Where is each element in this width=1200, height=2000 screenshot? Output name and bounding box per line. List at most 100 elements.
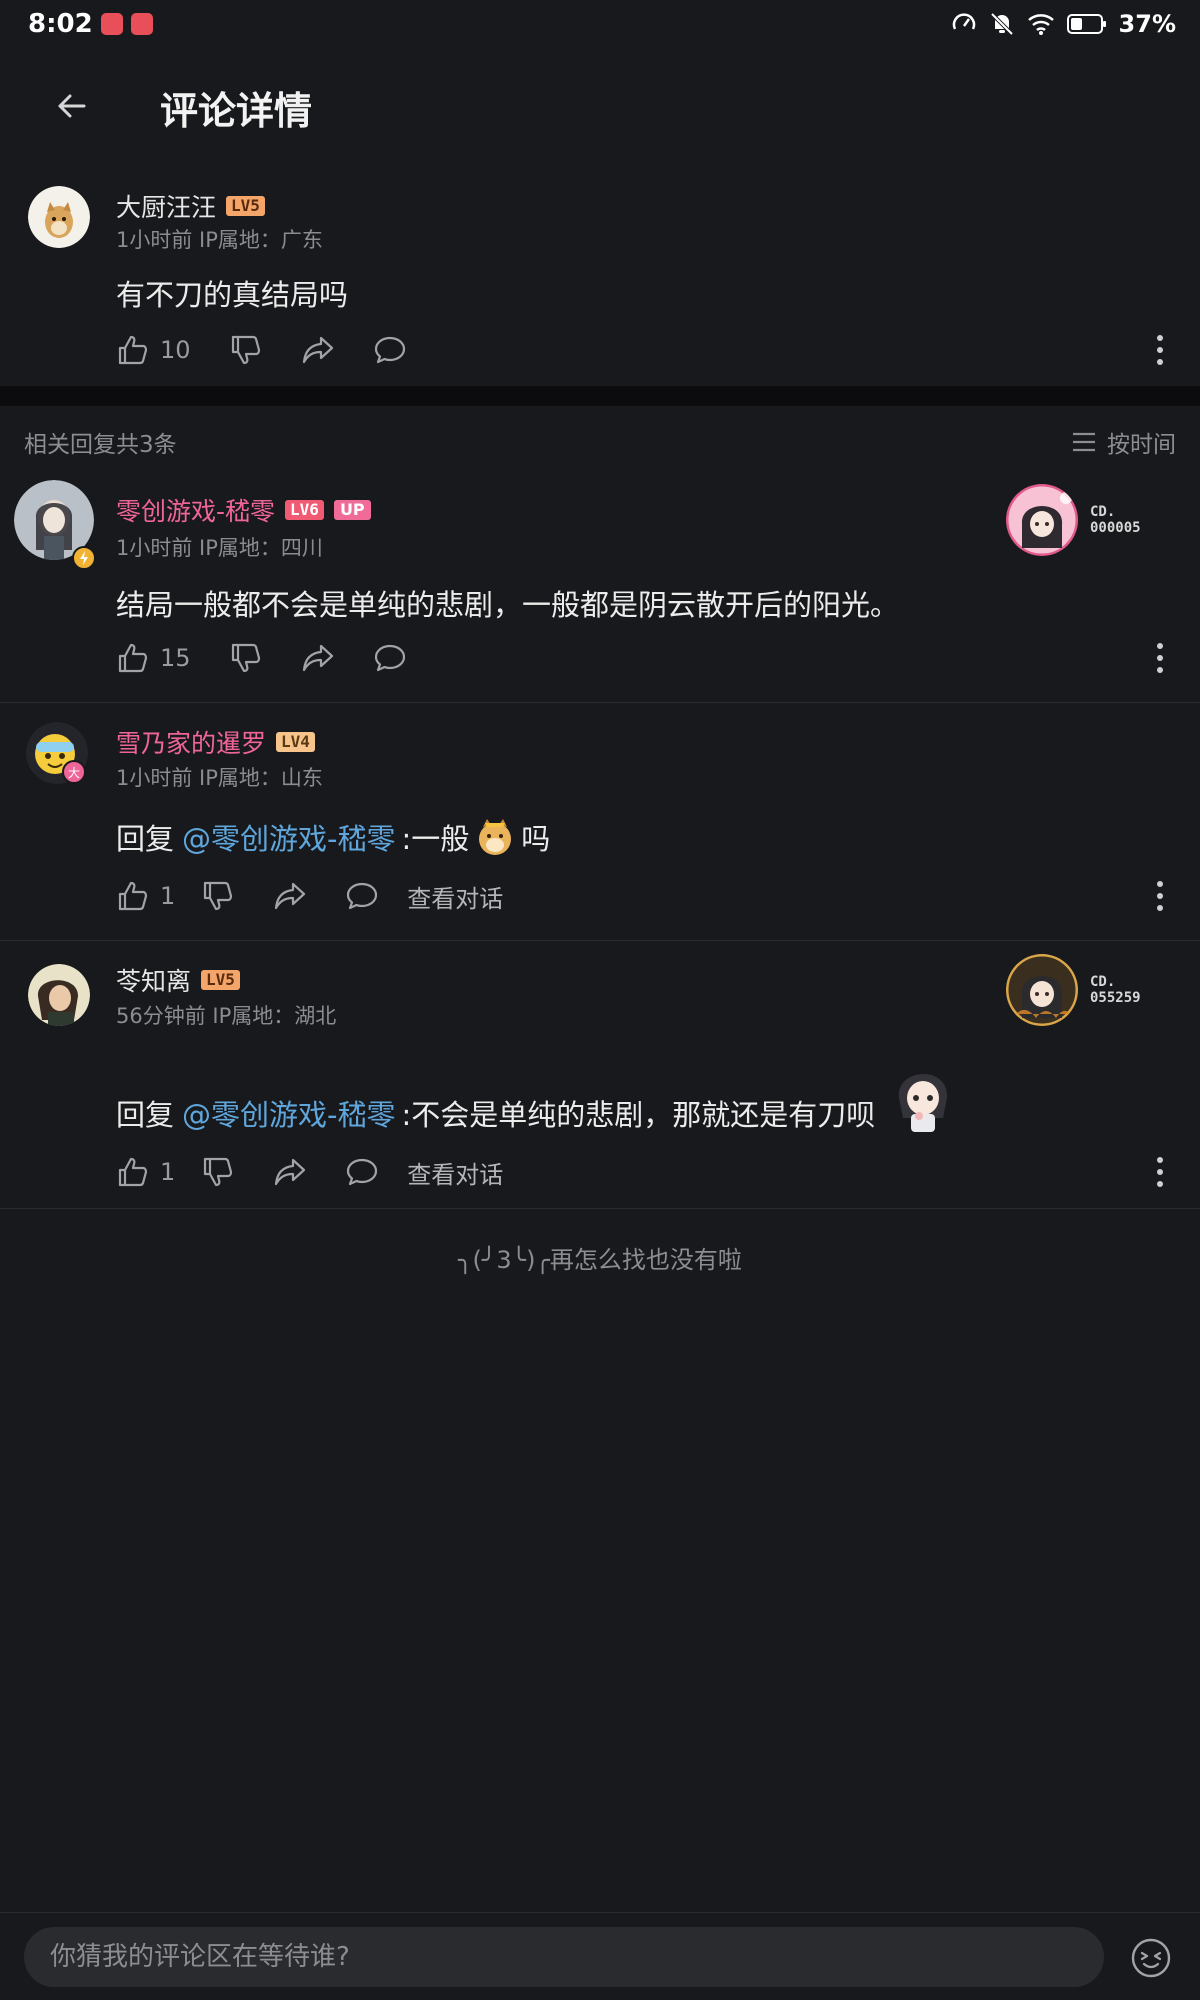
avatar[interactable]	[28, 186, 90, 248]
comment-text: 结局一般都不会是单纯的悲剧，一般都是阴云散开后的阳光。	[116, 588, 900, 622]
fan-badge-avatar	[1006, 954, 1078, 1026]
up-badge: UP	[333, 500, 371, 520]
like-count: 1	[160, 1158, 176, 1186]
chibi-sticker-icon	[899, 1073, 948, 1132]
thumbs-up-icon	[118, 881, 148, 911]
reply-text: 回复 @零创游戏-嵇零 :一般 吗	[116, 816, 550, 858]
comment-bubble-icon	[347, 882, 378, 910]
mention-link[interactable]: @零创游戏-嵇零	[182, 1092, 395, 1134]
dislike-button[interactable]	[229, 641, 263, 675]
like-button[interactable]: 1	[116, 1155, 175, 1189]
reply-button[interactable]	[345, 879, 379, 913]
comment-text: 有不刀的真结局吗	[116, 278, 349, 312]
avatar[interactable]	[28, 964, 90, 1026]
username-text: 大厨汪汪	[116, 193, 217, 222]
thumbs-down-icon	[204, 1157, 233, 1187]
reply-button[interactable]	[373, 333, 407, 367]
comment-actions: 15	[116, 638, 445, 678]
share-button[interactable]	[273, 879, 307, 913]
page-title: 评论详情	[160, 89, 313, 133]
username[interactable]: 苓知离 LV5	[116, 962, 240, 998]
status-time: 8:02	[28, 9, 93, 39]
divider	[0, 702, 1200, 703]
sort-label: 按时间	[1107, 432, 1176, 458]
replies-header: 相关回复共3条 按时间	[0, 420, 1200, 464]
fan-badge-card[interactable]: CD. 000005	[1006, 484, 1141, 556]
emoji-button[interactable]	[1130, 1937, 1172, 1979]
dislike-button[interactable]	[201, 879, 235, 913]
username-text: 苓知离	[116, 967, 192, 996]
reply-button[interactable]	[373, 641, 407, 675]
notification-app-icon	[130, 13, 153, 35]
view-conversation-link[interactable]: 查看对话	[407, 1155, 503, 1190]
svg-text:大: 大	[68, 766, 80, 780]
more-options-button[interactable]	[1148, 638, 1172, 678]
back-button[interactable]	[44, 78, 100, 134]
fan-badge-prefix: CD.	[1090, 974, 1116, 990]
reply-item: 苓知离 LV5 56分钟前 IP属地：湖北 回复 @零创游戏-嵇零 :不会是单纯…	[0, 954, 1200, 1208]
share-icon	[302, 336, 333, 364]
username[interactable]: 雪乃家的暹罗 LV4	[116, 724, 315, 760]
reply-item: 大 雪乃家的暹罗 LV4 1小时前 IP属地：山东 回复 @零创游戏-嵇零 :一…	[0, 716, 1200, 940]
dislike-button[interactable]	[229, 333, 263, 367]
notification-app-icon	[100, 13, 123, 35]
more-options-button[interactable]	[1148, 330, 1172, 370]
comment-input[interactable]	[24, 1927, 1104, 1987]
reply-button[interactable]	[345, 1155, 379, 1189]
fan-badge-code: CD. 000005	[1090, 504, 1141, 536]
reply-item: 零创游戏-嵇零 LV6 UP 1小时前 IP属地：四川 结局一般都不会是单纯的悲…	[0, 478, 1200, 700]
comment-actions: 10	[116, 330, 445, 370]
username-text: 雪乃家的暹罗	[116, 729, 267, 758]
share-icon	[275, 1158, 306, 1186]
fan-badge-avatar	[1006, 484, 1078, 556]
like-count: 10	[160, 336, 191, 364]
comment-meta: 1小时前 IP属地：山东	[116, 766, 323, 790]
like-button[interactable]: 1	[116, 879, 175, 913]
bottom-comment-bar	[0, 1912, 1200, 2000]
share-button[interactable]	[273, 1155, 307, 1189]
fan-badge-card[interactable]: CD. 055259	[1006, 954, 1141, 1026]
share-icon	[275, 882, 306, 910]
comment-bubble-icon	[374, 644, 405, 672]
comment-actions: 1 查看对话	[116, 876, 503, 916]
share-button[interactable]	[301, 333, 335, 367]
status-left: 8:02	[28, 9, 153, 39]
like-button[interactable]: 10	[116, 333, 191, 367]
thumbs-up-icon	[118, 335, 148, 365]
status-bar: 8:02 37%	[0, 0, 1200, 48]
speed-icon	[951, 11, 977, 37]
thumbs-down-icon	[204, 881, 233, 911]
more-options-button[interactable]	[1148, 1152, 1172, 1192]
sort-by-time-button[interactable]: 按时间	[1071, 425, 1176, 459]
wifi-icon	[1027, 12, 1055, 36]
replies-count: 相关回复共3条	[24, 432, 177, 458]
like-button[interactable]: 15	[116, 641, 191, 675]
reply-text-part: 吗	[521, 822, 551, 856]
comment-bubble-icon	[374, 336, 405, 364]
level-badge: LV5	[226, 196, 265, 216]
share-button[interactable]	[301, 641, 335, 675]
view-conversation-link[interactable]: 查看对话	[407, 879, 503, 914]
reply-text-part: :一般	[401, 822, 470, 856]
divider	[0, 1208, 1200, 1209]
username[interactable]: 大厨汪汪 LV5	[116, 188, 265, 224]
arrow-left-icon	[58, 94, 86, 118]
fan-badge-number: 055259	[1090, 990, 1141, 1006]
fan-badge-code: CD. 055259	[1090, 974, 1141, 1006]
level-badge: LV4	[276, 732, 315, 752]
battery-icon	[1066, 13, 1107, 35]
more-options-button[interactable]	[1148, 876, 1172, 916]
dislike-button[interactable]	[201, 1155, 235, 1189]
username[interactable]: 零创游戏-嵇零 LV6 UP	[116, 492, 371, 528]
username-text: 零创游戏-嵇零	[116, 497, 276, 526]
comment-actions: 1 查看对话	[116, 1152, 503, 1192]
comment-meta: 56分钟前 IP属地：湖北	[116, 1004, 337, 1028]
like-count: 1	[160, 882, 176, 910]
mention-link[interactable]: @零创游戏-嵇零	[182, 816, 395, 858]
reply-prefix: 回复	[116, 822, 175, 856]
level-badge: LV6	[285, 500, 324, 520]
emoji-face-icon	[1131, 1938, 1171, 1978]
share-icon	[302, 644, 333, 672]
status-right: 37%	[951, 10, 1176, 38]
reply-text-part: :不会是单纯的悲剧，那就还是有刀呗	[401, 1098, 876, 1132]
